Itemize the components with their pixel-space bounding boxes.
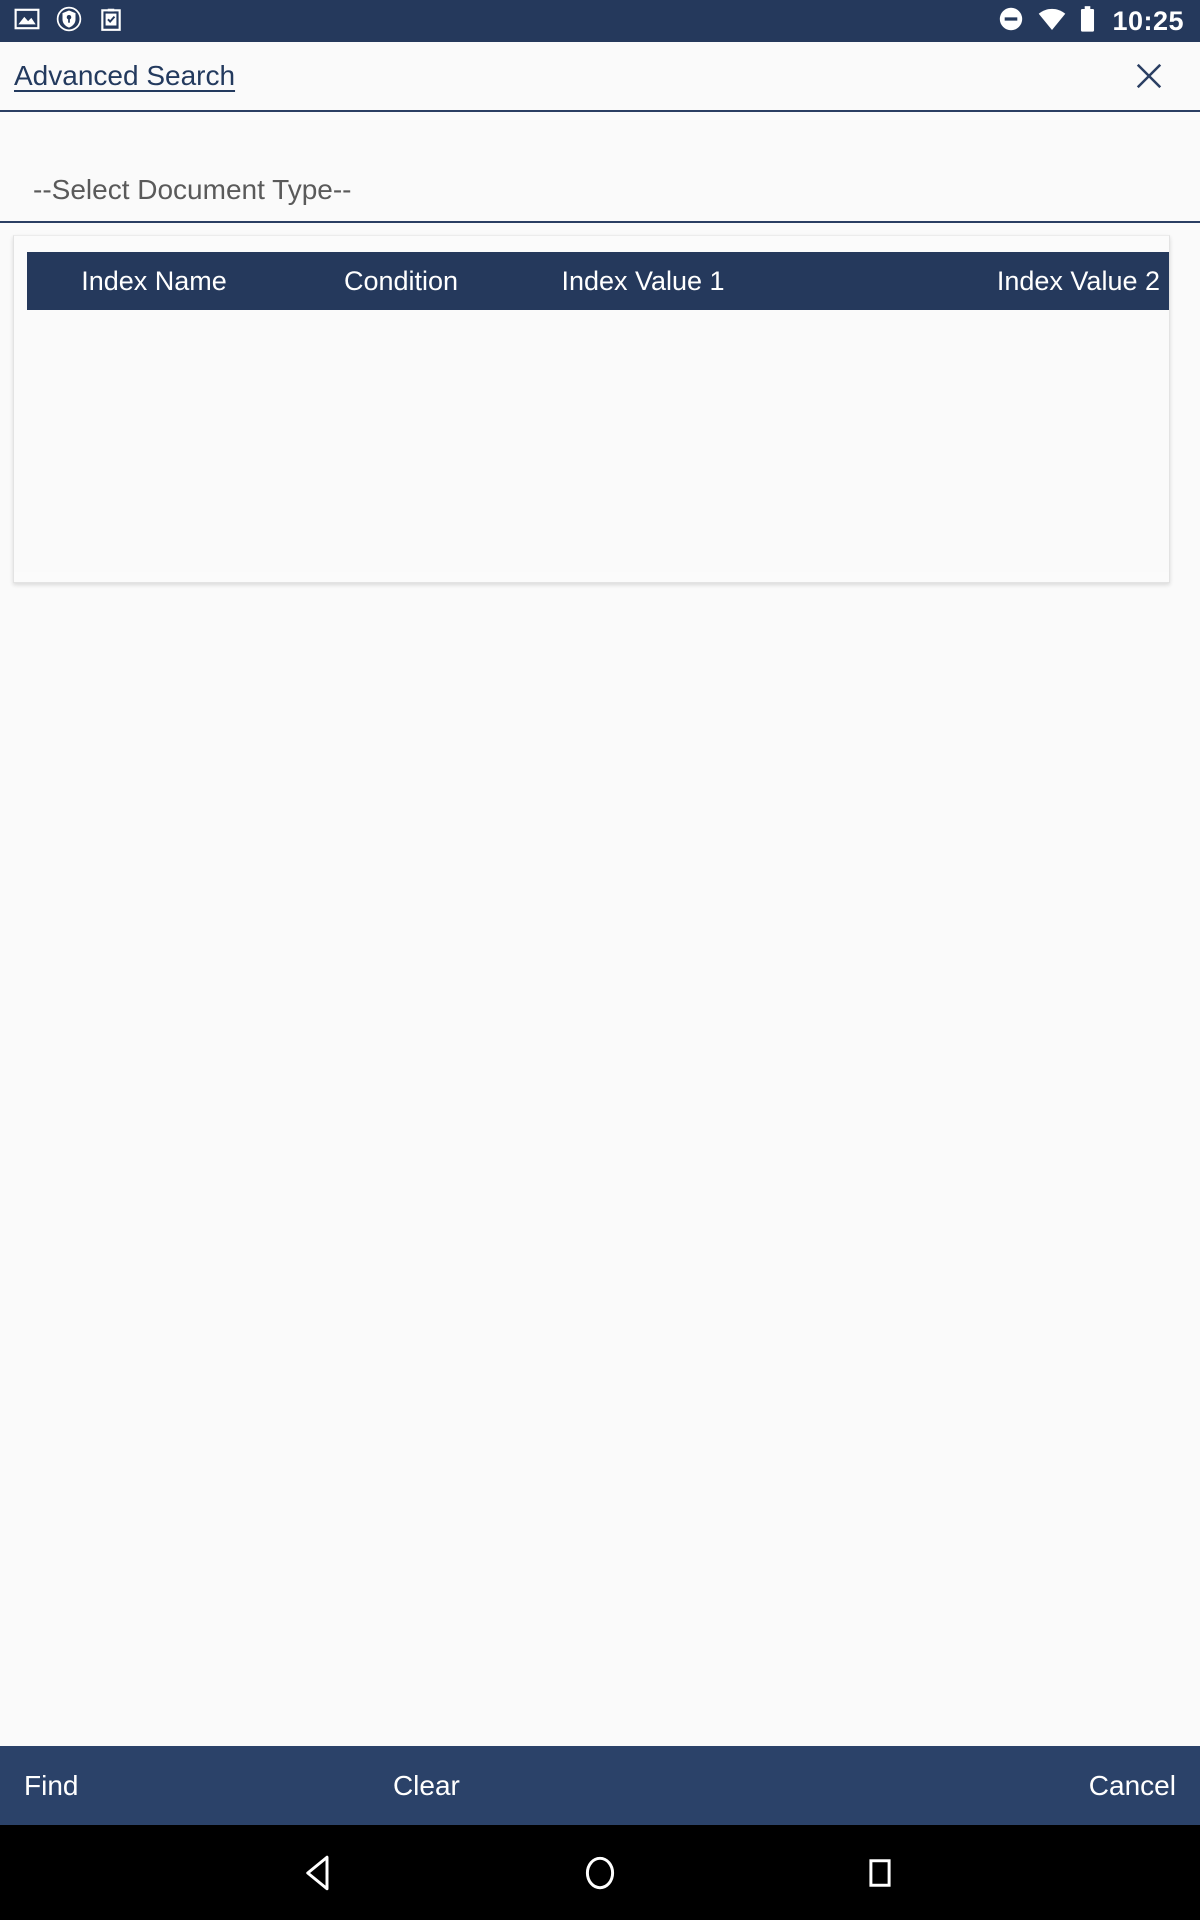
status-bar-left-icons — [14, 6, 124, 37]
column-header-condition: Condition — [343, 265, 459, 296]
shield-location-icon — [56, 6, 82, 37]
criteria-grid-card: Index Name Condition Index Value 1 Index… — [13, 235, 1170, 583]
status-bar-right-icons: 10:25 — [997, 5, 1184, 38]
document-type-select[interactable]: --Select Document Type-- — [33, 174, 1180, 221]
criteria-grid-header: Index Name Condition Index Value 1 Index… — [27, 252, 1169, 310]
clear-button[interactable]: Clear — [393, 1770, 460, 1802]
do-not-disturb-icon — [997, 5, 1025, 38]
status-bar: 10:25 — [0, 0, 1200, 42]
main-content: --Select Document Type-- Index Name Cond… — [0, 112, 1200, 1746]
status-bar-clock: 10:25 — [1112, 5, 1184, 36]
android-navigation-bar — [0, 1825, 1200, 1920]
wifi-icon — [1037, 5, 1067, 38]
column-header-index-name: Index Name — [81, 265, 227, 296]
clipboard-check-icon — [98, 6, 124, 37]
page-title[interactable]: Advanced Search — [14, 60, 235, 92]
document-type-underline — [0, 221, 1200, 223]
home-icon[interactable] — [565, 1838, 635, 1908]
column-header-index-value-1: Index Value 1 — [561, 265, 725, 296]
back-icon[interactable] — [285, 1838, 355, 1908]
find-button[interactable]: Find — [24, 1770, 78, 1802]
battery-icon — [1079, 5, 1096, 38]
page-header: Advanced Search — [0, 42, 1200, 110]
cancel-button[interactable]: Cancel — [1089, 1770, 1176, 1802]
image-icon — [14, 6, 40, 37]
action-bar: Find Clear Cancel — [0, 1746, 1200, 1825]
column-header-index-value-2: Index Value 2 — [996, 265, 1160, 296]
close-icon[interactable] — [1126, 53, 1172, 99]
advanced-search-screen: 10:25 Advanced Search --Select Document … — [0, 0, 1200, 1920]
recents-icon[interactable] — [845, 1838, 915, 1908]
document-type-field: --Select Document Type-- — [0, 112, 1200, 221]
criteria-grid-body[interactable] — [14, 310, 1169, 572]
